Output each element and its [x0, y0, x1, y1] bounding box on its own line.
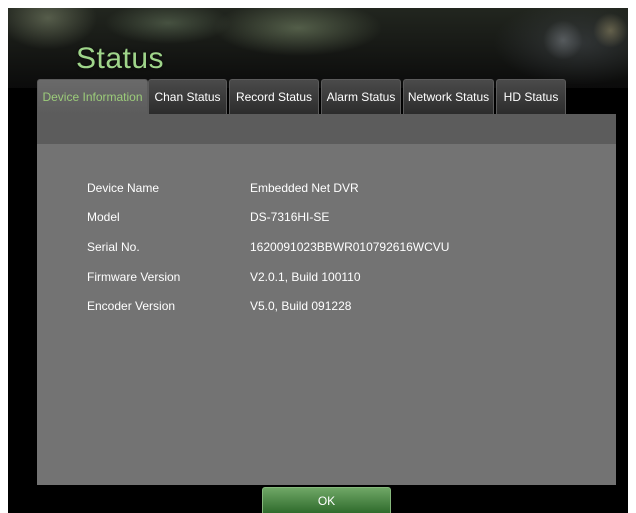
model-value: DS-7316HI-SE [250, 210, 330, 224]
tab-device-information[interactable]: Device Information [37, 79, 148, 114]
header-banner: Status [8, 8, 628, 88]
encoder-version-label: Encoder Version [87, 299, 176, 313]
device-name-label: Device Name [87, 181, 160, 195]
serial-number-label: Serial No. [87, 240, 140, 254]
page-title: Status [76, 42, 165, 75]
tab-hd-status[interactable]: HD Status [496, 79, 566, 114]
tab-record-status[interactable]: Record Status [229, 79, 319, 114]
status-window: Status Device Information Chan Status Re… [8, 8, 628, 513]
model-label: Model [87, 210, 120, 224]
firmware-version-value: V2.0.1, Build 100110 [250, 270, 361, 284]
firmware-version-label: Firmware Version [87, 270, 181, 284]
device-name-value: Embedded Net DVR [250, 181, 359, 195]
device-information-panel: Device Name Embedded Net DVR Model DS-73… [37, 144, 616, 485]
decorative-bubble-icon [543, 20, 583, 60]
serial-number-value: 1620091023BBWR010792616WCVU [250, 240, 450, 254]
ok-button[interactable]: OK [262, 487, 391, 513]
encoder-version-value: V5.0, Build 091228 [250, 299, 352, 313]
tab-network-status[interactable]: Network Status [403, 79, 494, 114]
decorative-bubble-icon [593, 13, 628, 48]
panel-header-bar [37, 114, 616, 144]
tab-chan-status[interactable]: Chan Status [148, 79, 227, 114]
tab-alarm-status[interactable]: Alarm Status [321, 79, 401, 114]
